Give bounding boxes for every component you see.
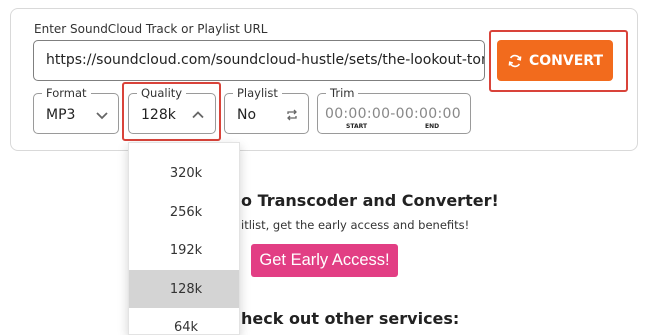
quality-dropdown-menu: 320k 256k 192k 128k 64k bbox=[128, 142, 240, 335]
quality-option-128k[interactable]: 128k bbox=[129, 270, 239, 308]
format-select[interactable]: Format MP3 bbox=[33, 86, 119, 134]
url-label: Enter SoundCloud Track or Playlist URL bbox=[34, 22, 268, 36]
quality-option-192k[interactable]: 192k bbox=[129, 231, 239, 269]
url-input[interactable]: https://soundcloud.com/soundcloud-hustle… bbox=[33, 40, 485, 81]
playlist-value: No bbox=[237, 107, 257, 123]
quality-highlight-box bbox=[122, 82, 221, 141]
quality-option-64k[interactable]: 64k bbox=[129, 308, 239, 335]
playlist-legend: Playlist bbox=[233, 86, 282, 100]
trim-end-label: END bbox=[425, 123, 440, 130]
format-value: MP3 bbox=[46, 107, 76, 123]
quality-option-320k[interactable]: 320k bbox=[129, 154, 239, 192]
trim-start-label: START bbox=[346, 123, 368, 130]
convert-highlight-box bbox=[489, 30, 628, 92]
trim-field[interactable]: Trim 00:00:00-00:00:00 START END bbox=[317, 86, 471, 134]
trim-time-value: 00:00:00-00:00:00 bbox=[325, 106, 461, 122]
services-heading: heck out other services: bbox=[241, 309, 460, 328]
quality-option-256k[interactable]: 256k bbox=[129, 193, 239, 231]
repeat-icon bbox=[287, 109, 297, 121]
chevron-down-icon bbox=[96, 112, 108, 120]
get-early-access-button[interactable]: Get Early Access! bbox=[251, 244, 398, 277]
playlist-select[interactable]: Playlist No bbox=[224, 86, 309, 134]
trim-legend: Trim bbox=[326, 86, 359, 100]
promo-title: o Transcoder and Converter! bbox=[241, 191, 499, 210]
format-legend: Format bbox=[42, 86, 91, 100]
promo-subtitle: itlist, get the early access and benefit… bbox=[241, 218, 470, 232]
